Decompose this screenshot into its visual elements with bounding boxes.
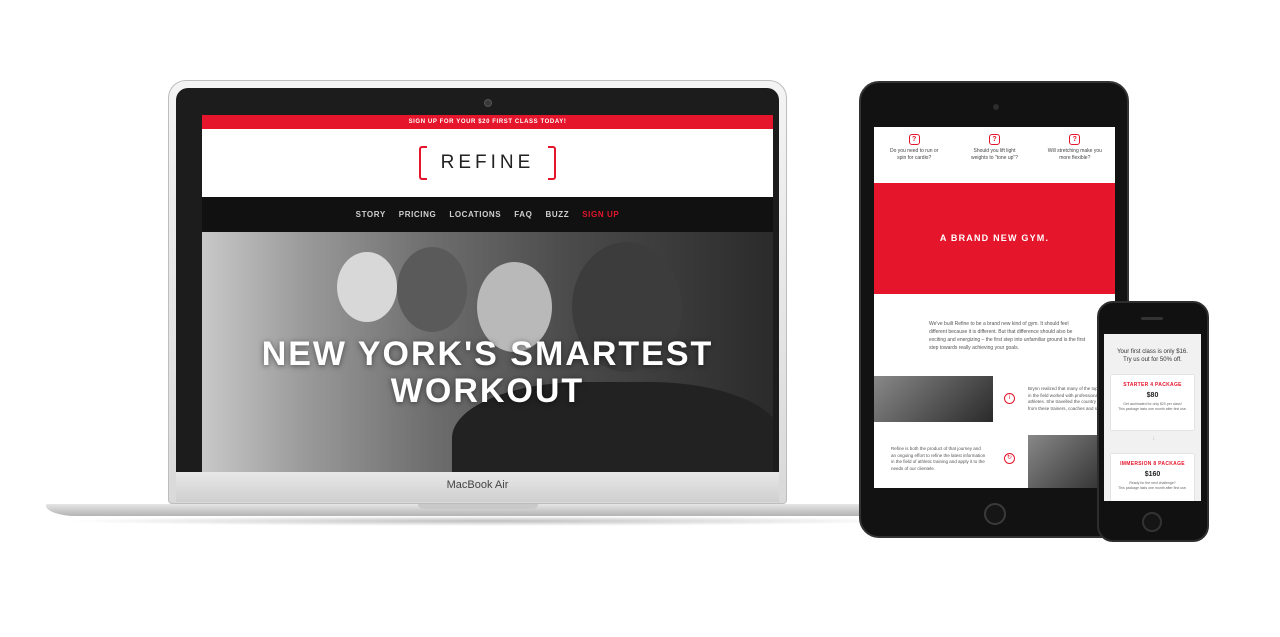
iphone-screen: Your first class is only $16. Try us out…	[1104, 334, 1201, 501]
home-button-icon	[1142, 512, 1162, 532]
logo-bracket-right	[548, 146, 557, 180]
site-header: REFINE	[202, 129, 773, 197]
refresh-circle-icon: ↻	[1004, 453, 1015, 464]
package-description: Get acclimated for only $20 per class! T…	[1111, 402, 1194, 412]
question-item: ? Do you need to run or spin for cardio?	[883, 134, 945, 183]
speaker-icon	[1141, 317, 1163, 320]
nav-faq[interactable]: FAQ	[514, 210, 532, 219]
package-title: STARTER 4 PACKAGE	[1123, 382, 1182, 388]
camera-icon	[484, 99, 492, 107]
main-nav: STORY PRICING LOCATIONS FAQ BUZZ SIGN UP	[202, 197, 773, 232]
camera-icon	[993, 104, 999, 110]
hero-title-line-2: WORKOUT	[390, 372, 585, 410]
question-item: ? Should you lift light weights to "tone…	[963, 134, 1025, 183]
hero-image: NEW YORK'S SMARTEST WORKOUT	[202, 232, 773, 472]
question-text-line: Do you need to run or	[889, 148, 939, 154]
arrow-down-icon: ↓	[1152, 435, 1156, 442]
nav-locations[interactable]: LOCATIONS	[449, 210, 501, 219]
package-description-line: This package lasts one month after first…	[1118, 486, 1187, 490]
intro-paragraph: We've built Refine to be a brand new kin…	[929, 321, 1086, 351]
package-card-starter[interactable]: STARTER 4 PACKAGE $80 Get acclimated for…	[1111, 375, 1194, 430]
package-price: $80	[1146, 392, 1159, 399]
first-class-offer: Your first class is only $16. Try us out…	[1104, 334, 1201, 364]
question-text-line: spin for cardio?	[897, 154, 932, 161]
hero-figure	[337, 252, 397, 322]
nav-story[interactable]: STORY	[356, 210, 386, 219]
nav-sign-up[interactable]: SIGN UP	[582, 210, 619, 219]
package-description: Ready for the next challenge? This packa…	[1111, 481, 1194, 491]
home-button-icon	[984, 503, 1006, 525]
question-icon: ?	[1069, 134, 1081, 145]
package-card-immersion[interactable]: IMMERSION 8 PACKAGE $160 Ready for the n…	[1111, 454, 1194, 501]
logo-text: REFINE	[440, 152, 535, 173]
offer-line-2: Try us out for 50% off.	[1123, 357, 1182, 363]
hero-title: NEW YORK'S SMARTEST WORKOUT	[202, 336, 773, 410]
question-text-line: weights to "tone up"?	[971, 154, 1018, 161]
logo-bracket-left	[418, 146, 427, 180]
question-icon: ?	[988, 134, 1000, 145]
package-title: IMMERSION 8 PACKAGE	[1120, 461, 1185, 467]
question-text-line: more flexible?	[1059, 154, 1091, 161]
hero-figure	[397, 247, 467, 332]
info-circle-icon: i	[1004, 393, 1015, 404]
macbook-brand-label: MacBook Air	[446, 479, 509, 491]
promo-banner[interactable]: SIGN UP FOR YOUR $20 FIRST CLASS TODAY!	[202, 115, 773, 129]
device-showcase: SIGN UP FOR YOUR $20 FIRST CLASS TODAY! …	[0, 0, 1280, 637]
macbook-screen: SIGN UP FOR YOUR $20 FIRST CLASS TODAY! …	[202, 115, 773, 472]
nav-buzz[interactable]: BUZZ	[546, 210, 570, 219]
question-icon: ?	[908, 134, 920, 145]
training-photo	[874, 376, 993, 422]
refine-story-text: Refine is both the product of that journ…	[891, 446, 986, 471]
refine-logo[interactable]: REFINE	[418, 146, 557, 180]
question-item: ? Will stretching make you more flexible…	[1044, 134, 1106, 183]
ipad-screen: ? Do you need to run or spin for cardio?…	[874, 127, 1115, 488]
questions-row: ? Do you need to run or spin for cardio?…	[874, 127, 1115, 183]
macbook-shadow	[60, 516, 914, 526]
nav-pricing[interactable]: PRICING	[399, 210, 437, 219]
question-text-line: Will stretching make you	[1047, 148, 1102, 154]
package-description-line: This package lasts one month after first…	[1118, 407, 1187, 411]
package-price: $160	[1144, 471, 1161, 478]
brand-new-gym-band: A BRAND NEW GYM.	[874, 183, 1115, 294]
offer-line-1: Your first class is only $16.	[1117, 349, 1188, 355]
macbook-notch	[418, 504, 538, 509]
hero-title-line-1: NEW YORK'S SMARTEST	[261, 335, 714, 373]
